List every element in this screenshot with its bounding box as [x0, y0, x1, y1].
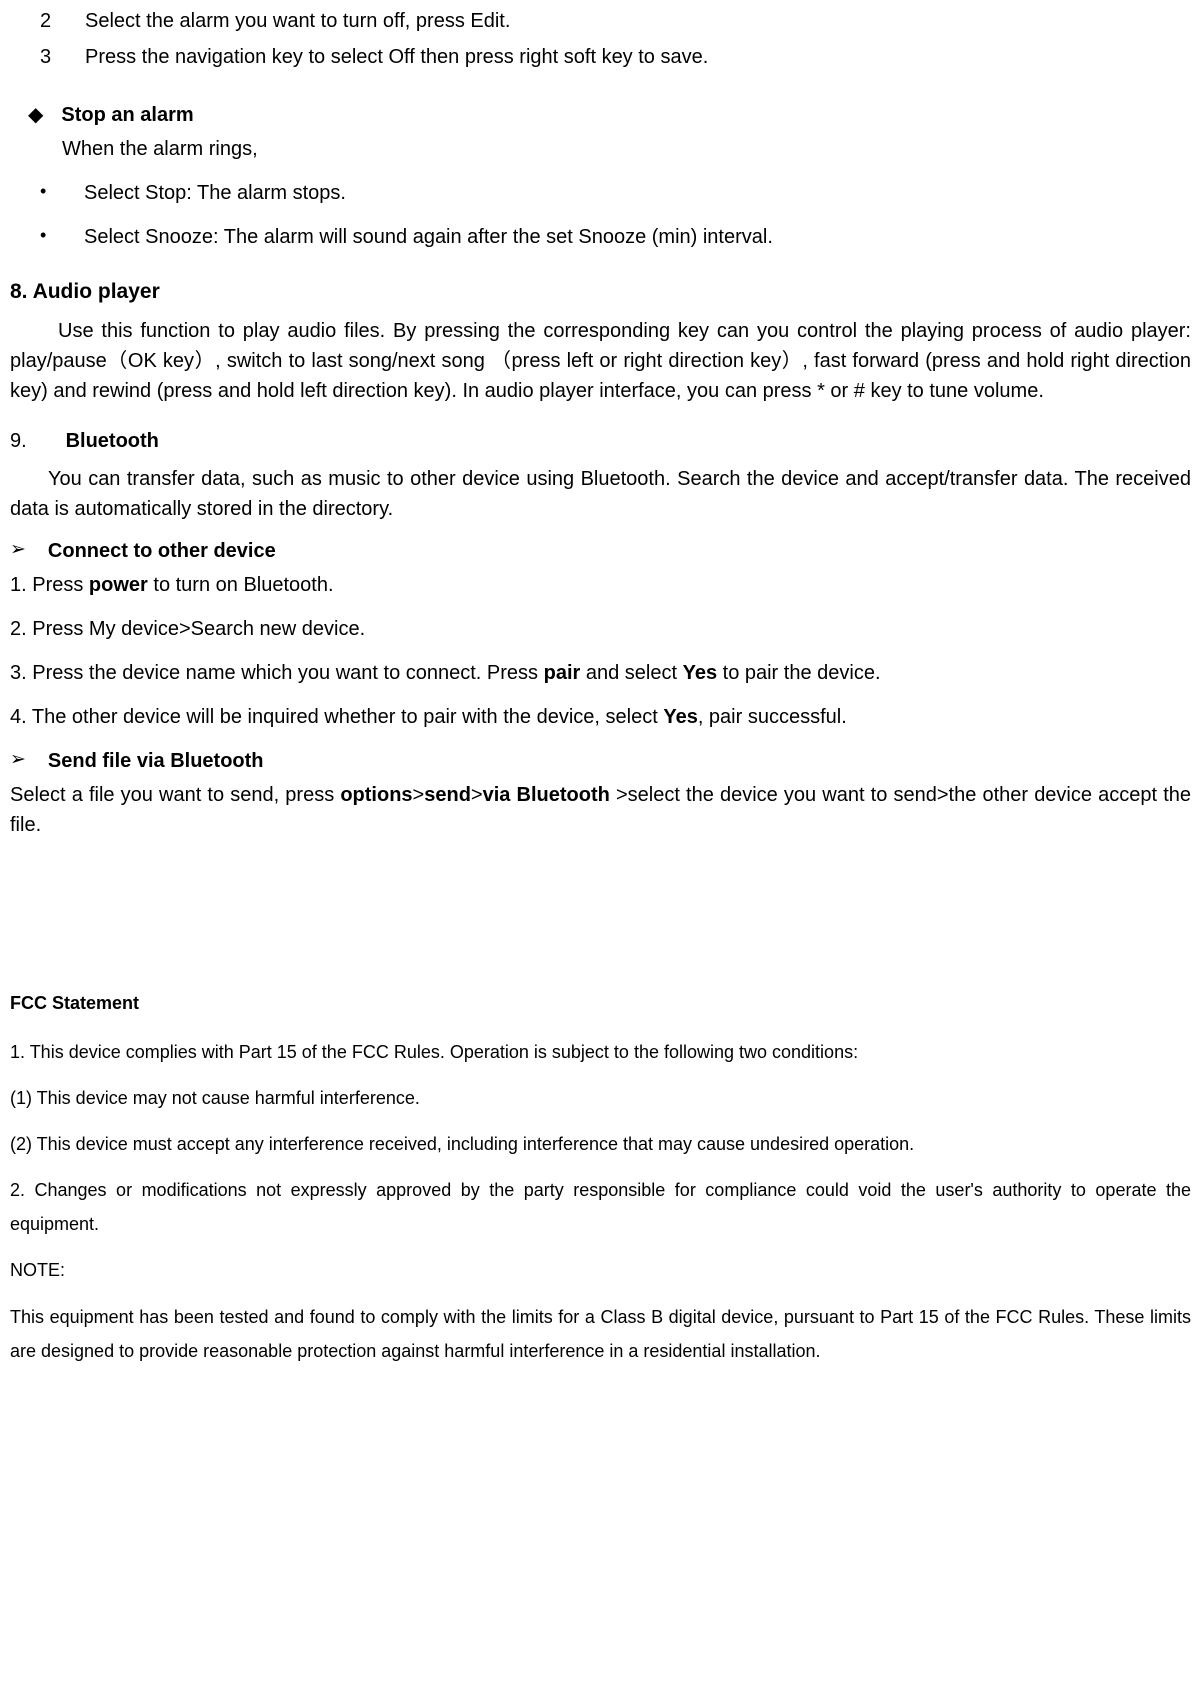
- fcc-line-3: (2) This device must accept any interfer…: [10, 1127, 1191, 1161]
- heading-num: 9.: [10, 426, 60, 456]
- text: Select a file you want to send, press: [10, 784, 340, 806]
- connect-step-2: 2. Press My device>Search new device.: [10, 614, 1191, 644]
- fcc-note: NOTE:: [10, 1253, 1191, 1287]
- bold-text: pair: [544, 662, 581, 684]
- step-number: 2: [40, 6, 85, 36]
- bold-text: options: [340, 784, 412, 806]
- bold-text: power: [89, 574, 148, 596]
- step-number: 3: [40, 42, 85, 72]
- bullet-text: Select Stop: The alarm stops.: [84, 178, 346, 208]
- text: and select: [580, 662, 682, 684]
- heading-title: Bluetooth: [66, 430, 159, 452]
- text: to pair the device.: [717, 662, 880, 684]
- text: , pair successful.: [698, 706, 847, 728]
- connect-title: Connect to other device: [48, 536, 276, 566]
- send-body: Select a file you want to send, press op…: [10, 780, 1191, 840]
- fcc-section: FCC Statement 1. This device complies wi…: [10, 990, 1191, 1369]
- fcc-line-1: 1. This device complies with Part 15 of …: [10, 1035, 1191, 1069]
- text: 4. The other device will be inquired whe…: [10, 706, 663, 728]
- text: to turn on Bluetooth.: [148, 574, 334, 596]
- diamond-bullet-icon: ◆: [28, 100, 43, 130]
- text: >: [413, 784, 425, 806]
- audio-heading: 8. Audio player: [10, 276, 1191, 308]
- bold-text: Yes: [663, 706, 697, 728]
- fcc-line-6: This equipment has been tested and found…: [10, 1300, 1191, 1368]
- connect-step-3: 3. Press the device name which you want …: [10, 658, 1191, 688]
- stop-alarm-intro: When the alarm rings,: [62, 134, 1191, 164]
- step-text: Press the navigation key to select Off t…: [85, 42, 1191, 72]
- bullet-text: Select Snooze: The alarm will sound agai…: [84, 222, 773, 252]
- bold-text: send: [424, 784, 471, 806]
- bold-text: Yes: [683, 662, 717, 684]
- bold-text: via Bluetooth: [483, 784, 610, 806]
- audio-body-text: Use this function to play audio files. B…: [10, 320, 1191, 402]
- text: 1. Press: [10, 574, 89, 596]
- chevron-icon: ➢: [10, 536, 26, 565]
- step-2: 2 Select the alarm you want to turn off,…: [40, 6, 1191, 36]
- text: >: [471, 784, 483, 806]
- fcc-line-2: (1) This device may not cause harmful in…: [10, 1081, 1191, 1115]
- bluetooth-intro-text: You can transfer data, such as music to …: [10, 468, 1191, 520]
- bullet-stop: • Select Stop: The alarm stops.: [40, 178, 1191, 208]
- heading-text: Stop an alarm: [61, 100, 193, 130]
- chevron-icon: ➢: [10, 746, 26, 775]
- text: 3. Press the device name which you want …: [10, 662, 544, 684]
- bluetooth-heading: 9. Bluetooth: [10, 426, 1191, 456]
- fcc-line-4: 2. Changes or modifications not expressl…: [10, 1173, 1191, 1241]
- bullet-icon: •: [40, 178, 84, 208]
- send-heading: ➢ Send file via Bluetooth: [10, 746, 1191, 776]
- bullet-snooze: • Select Snooze: The alarm will sound ag…: [40, 222, 1191, 252]
- audio-body: Use this function to play audio files. B…: [10, 316, 1191, 406]
- bluetooth-intro: You can transfer data, such as music to …: [10, 464, 1191, 524]
- bullet-icon: •: [40, 222, 84, 252]
- connect-heading: ➢ Connect to other device: [10, 536, 1191, 566]
- send-title: Send file via Bluetooth: [48, 746, 264, 776]
- connect-step-1: 1. Press power to turn on Bluetooth.: [10, 570, 1191, 600]
- step-text: Select the alarm you want to turn off, p…: [85, 6, 1191, 36]
- connect-step-4: 4. The other device will be inquired whe…: [10, 702, 1191, 732]
- step-3: 3 Press the navigation key to select Off…: [40, 42, 1191, 72]
- stop-alarm-heading: ◆ Stop an alarm: [28, 100, 1191, 130]
- fcc-title: FCC Statement: [10, 990, 1191, 1017]
